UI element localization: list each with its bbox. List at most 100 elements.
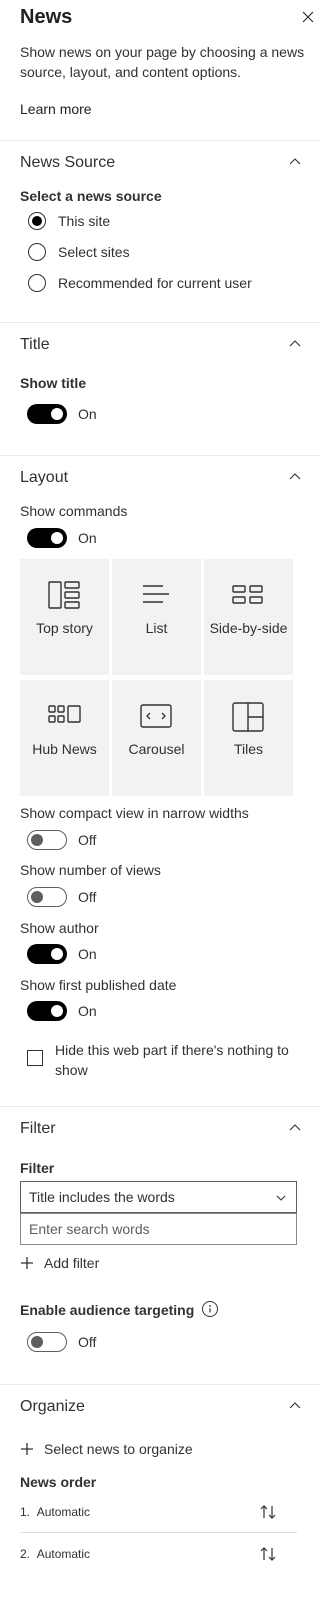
toggle-state: Off xyxy=(78,1334,97,1350)
side-by-side-icon xyxy=(232,585,263,604)
chevron-up-icon[interactable] xyxy=(289,1122,301,1134)
radio-select-sites[interactable]: Select sites xyxy=(20,241,130,263)
radio-label: This site xyxy=(58,213,111,229)
select-news-label: Select news to organize xyxy=(44,1441,193,1457)
layout-tile-side-by-side[interactable]: Side-by-side xyxy=(204,559,293,675)
layout-tile-list[interactable]: List xyxy=(112,559,201,675)
divider xyxy=(0,455,320,456)
sort-icon[interactable] xyxy=(259,1546,277,1562)
first-published-toggle-row[interactable]: On xyxy=(27,1001,97,1021)
radio-button[interactable] xyxy=(28,274,46,292)
audience-targeting-toggle-row[interactable]: Off xyxy=(27,1332,96,1352)
divider xyxy=(0,1384,320,1385)
show-author-toggle[interactable] xyxy=(27,944,67,964)
show-title-label: Show title xyxy=(20,375,87,391)
divider xyxy=(0,322,320,323)
show-title-toggle[interactable] xyxy=(27,404,67,424)
news-source-label: Select a news source xyxy=(20,188,162,204)
compact-view-label: Show compact view in narrow widths xyxy=(20,805,249,821)
number-of-views-toggle-row[interactable]: Off xyxy=(27,887,96,907)
tiles-icon xyxy=(232,702,264,732)
audience-targeting-label: Enable audience targeting xyxy=(20,1301,219,1318)
show-commands-toggle-row[interactable]: On xyxy=(27,528,97,548)
news-order-label: News order xyxy=(20,1474,97,1490)
hub-news-icon xyxy=(48,705,81,723)
chevron-up-icon[interactable] xyxy=(289,471,301,483)
hide-web-part-checkbox-row[interactable]: Hide this web part if there's nothing to… xyxy=(27,1040,297,1080)
info-icon[interactable] xyxy=(202,1301,219,1317)
show-commands-label: Show commands xyxy=(20,503,128,519)
first-published-label: Show first published date xyxy=(20,977,177,993)
divider xyxy=(0,1106,320,1107)
toggle-state: On xyxy=(78,406,97,422)
section-title-title: Title xyxy=(20,336,50,353)
order-index: 1. xyxy=(20,1505,31,1519)
divider xyxy=(20,1532,297,1533)
dropdown-value: Title includes the words xyxy=(29,1189,175,1205)
compact-view-toggle[interactable] xyxy=(27,830,67,850)
tile-label: Top story xyxy=(36,620,93,636)
compact-view-toggle-row[interactable]: Off xyxy=(27,830,96,850)
section-title-news-source: News Source xyxy=(20,154,116,171)
top-story-icon xyxy=(48,581,80,609)
show-author-toggle-row[interactable]: On xyxy=(27,944,97,964)
hide-web-part-checkbox[interactable] xyxy=(27,1050,43,1066)
add-filter-label: Add filter xyxy=(44,1255,100,1271)
section-title-filter: Filter xyxy=(20,1120,56,1137)
close-icon[interactable] xyxy=(300,9,316,25)
layout-tile-tiles[interactable]: Tiles xyxy=(204,680,293,796)
tile-label: Tiles xyxy=(233,741,264,757)
filter-label: Filter xyxy=(20,1160,55,1176)
show-title-toggle-row[interactable]: On xyxy=(27,404,97,424)
chevron-up-icon[interactable] xyxy=(289,338,301,350)
panel-title: News xyxy=(20,6,73,28)
layout-tile-top-story[interactable]: Top story xyxy=(20,559,109,675)
radio-recommended[interactable]: Recommended for current user xyxy=(20,272,252,294)
radio-button[interactable] xyxy=(28,212,46,230)
tile-label: Side-by-side xyxy=(209,620,288,636)
layout-tile-carousel[interactable]: Carousel xyxy=(112,680,201,796)
section-title-organize: Organize xyxy=(20,1398,85,1415)
plus-icon xyxy=(21,1257,33,1269)
order-value: Automatic xyxy=(36,1505,91,1519)
learn-more-link[interactable]: Learn more xyxy=(20,101,92,117)
chevron-up-icon[interactable] xyxy=(289,156,301,168)
toggle-state: On xyxy=(78,1003,97,1019)
add-filter-button[interactable]: Add filter xyxy=(20,1255,99,1271)
news-order-row: 1. Automatic xyxy=(20,1492,297,1532)
number-of-views-toggle[interactable] xyxy=(27,887,67,907)
audience-targeting-text: Enable audience targeting xyxy=(20,1302,195,1318)
tile-label: Hub News xyxy=(32,741,97,757)
show-author-label: Show author xyxy=(20,920,99,936)
order-index: 2. xyxy=(20,1547,31,1561)
radio-label: Recommended for current user xyxy=(58,275,252,291)
tile-label: List xyxy=(145,620,168,636)
carousel-icon xyxy=(140,704,172,728)
toggle-state: Off xyxy=(78,832,97,848)
order-value: Automatic xyxy=(36,1547,91,1561)
news-order-row: 2. Automatic xyxy=(20,1534,297,1574)
chevron-up-icon[interactable] xyxy=(289,1400,301,1412)
section-title-layout: Layout xyxy=(20,469,69,486)
divider xyxy=(0,140,320,141)
sort-icon[interactable] xyxy=(259,1504,277,1520)
toggle-state: On xyxy=(78,946,97,962)
tile-label: Carousel xyxy=(128,741,185,757)
layout-tile-hub-news[interactable]: Hub News xyxy=(20,680,109,796)
first-published-toggle[interactable] xyxy=(27,1001,67,1021)
show-commands-toggle[interactable] xyxy=(27,528,67,548)
checkbox-label: Hide this web part if there's nothing to… xyxy=(55,1042,289,1078)
filter-dropdown[interactable]: Title includes the words xyxy=(20,1181,297,1213)
panel-description: Show news on your page by choosing a new… xyxy=(20,44,305,80)
toggle-state: On xyxy=(78,530,97,546)
audience-targeting-toggle[interactable] xyxy=(27,1332,67,1352)
radio-this-site[interactable]: This site xyxy=(20,210,110,232)
chevron-down-icon xyxy=(276,1195,286,1201)
select-news-button[interactable]: Select news to organize xyxy=(20,1441,193,1457)
radio-button[interactable] xyxy=(28,243,46,261)
list-icon xyxy=(143,585,169,603)
search-input[interactable] xyxy=(20,1213,297,1245)
plus-icon xyxy=(21,1443,33,1455)
radio-label: Select sites xyxy=(58,244,130,260)
number-of-views-label: Show number of views xyxy=(20,862,161,878)
